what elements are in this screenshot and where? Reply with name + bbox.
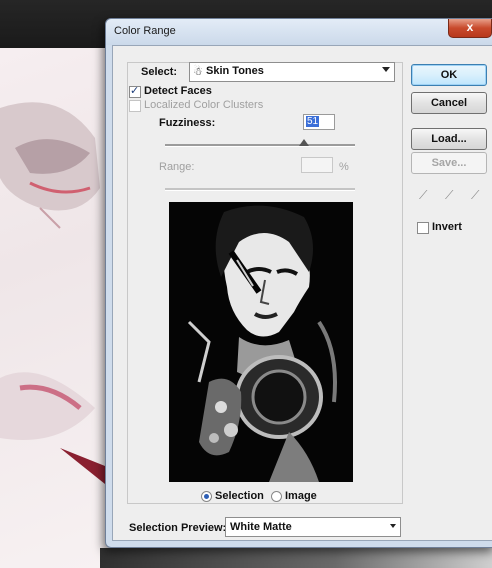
selection-radio-label: Selection <box>215 490 264 502</box>
background-face-image <box>0 102 110 488</box>
title-bar[interactable]: Color Range x <box>106 19 492 45</box>
selection-preview-dropdown[interactable]: White Matte <box>225 517 401 537</box>
cancel-button[interactable]: Cancel <box>411 92 487 114</box>
load-button[interactable]: Load... <box>411 128 487 150</box>
detect-faces-label: Detect Faces <box>144 85 212 97</box>
color-range-dialog: Color Range x Select: ☃ Skin Tones Detec… <box>105 18 492 548</box>
select-dropdown[interactable]: ☃ Skin Tones <box>189 62 395 82</box>
background-bottom <box>100 548 492 568</box>
dialog-title: Color Range <box>114 25 176 37</box>
image-radio-label: Image <box>285 490 317 502</box>
selection-preview-label: Selection Preview: <box>129 522 227 534</box>
eyedropper-minus-icon[interactable]: ⟋ <box>471 188 479 203</box>
fuzziness-label: Fuzziness: <box>159 117 216 129</box>
detect-faces-checkbox[interactable] <box>129 84 141 98</box>
fuzziness-input[interactable]: 51 <box>303 114 335 130</box>
select-value: Skin Tones <box>206 65 264 77</box>
close-button[interactable]: x <box>448 19 492 38</box>
range-input[interactable] <box>301 157 333 173</box>
selection-radio[interactable] <box>201 491 212 502</box>
selection-preview-value: White Matte <box>230 521 292 533</box>
fuzziness-value: 51 <box>306 116 320 127</box>
chevron-down-icon <box>382 67 390 72</box>
save-button[interactable]: Save... <box>411 152 487 174</box>
dialog-body: Select: ☃ Skin Tones Detect Faces Locali… <box>112 45 492 541</box>
select-label: Select: <box>141 66 178 78</box>
fuzziness-slider-thumb[interactable] <box>299 139 309 146</box>
range-unit: % <box>339 161 349 173</box>
localized-color-clusters-label: Localized Color Clusters <box>144 99 264 111</box>
selection-preview-image <box>169 202 353 482</box>
eyedropper-icon[interactable]: ⟋ <box>419 188 427 203</box>
chevron-down-icon <box>390 524 396 528</box>
close-icon: x <box>466 20 474 34</box>
image-radio[interactable] <box>271 491 282 502</box>
range-label: Range: <box>159 161 195 173</box>
range-slider-track[interactable] <box>165 188 355 191</box>
eyedropper-figure-icon: ☃ <box>193 66 203 78</box>
ok-button[interactable]: OK <box>411 64 487 86</box>
invert-label: Invert <box>432 221 462 233</box>
invert-checkbox[interactable] <box>417 222 429 234</box>
eyedropper-plus-icon[interactable]: ⟋ <box>445 188 453 203</box>
localized-color-clusters-checkbox[interactable] <box>129 100 141 112</box>
fuzziness-slider-track[interactable] <box>165 144 355 147</box>
